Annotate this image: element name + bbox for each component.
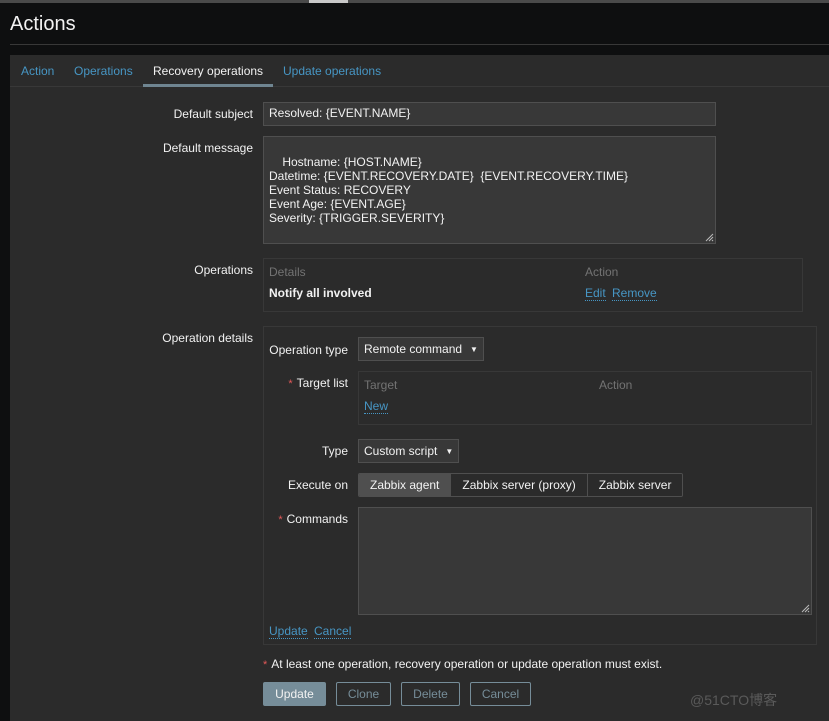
default-message-label: Default message [162,141,253,155]
operation-type-label: Operation type [269,343,348,357]
page-title: Actions [10,13,76,35]
commands-label-text: Commands [286,512,348,526]
default-subject-label: Default subject [173,107,253,121]
required-asterisk: * [278,514,283,526]
type-value: Custom script [364,444,438,458]
resize-handle-icon[interactable] [705,233,714,242]
operations-header-details: Details [269,265,306,279]
operation-remove-link[interactable]: Remove [612,287,657,301]
execute-on-segmented: Zabbix agent Zabbix server (proxy) Zabbi… [358,473,684,497]
chevron-down-icon: ▼ [470,345,478,354]
required-notice: * At least one operation, recovery operat… [263,657,662,671]
scrollbar-thumb[interactable] [309,0,348,3]
operation-type-value: Remote command [364,342,463,356]
default-subject-input[interactable]: Resolved: {EVENT.NAME} [263,102,716,126]
required-notice-text: At least one operation, recovery operati… [271,657,663,671]
watermark: @51CTO博客 [690,692,778,708]
top-scrollbar[interactable] [0,0,829,3]
target-header-target: Target [364,378,398,392]
commands-textarea[interactable] [358,507,812,615]
cancel-button[interactable]: Cancel [470,682,531,706]
clone-button[interactable]: Clone [336,682,391,706]
tab-operations[interactable]: Operations [74,64,133,78]
operations-label: Operations [194,263,253,277]
operation-cancel-link[interactable]: Cancel [314,625,352,639]
execute-on-zabbix-server[interactable]: Zabbix server [586,474,683,496]
target-new-link[interactable]: New [364,400,389,414]
operations-table: Details Action Notify all involved Edit … [263,258,803,312]
operation-update-link[interactable]: Update [269,625,308,639]
operations-header-action: Action [585,265,619,279]
operation-row-details: Notify all involved [269,286,372,300]
required-asterisk: * [288,378,293,390]
target-list-table: Target Action New [358,371,812,425]
default-message-textarea[interactable]: Hostname: {HOST.NAME} Datetime: {EVENT.R… [263,136,716,244]
tab-update-operations[interactable]: Update operations [283,64,381,78]
execute-on-zabbix-agent[interactable]: Zabbix agent [359,474,451,496]
execute-on-label: Execute on [287,478,348,492]
action-form-panel: Action Operations Recovery operations Up… [10,55,829,721]
required-asterisk: * [263,659,268,671]
delete-button[interactable]: Delete [401,682,460,706]
type-label: Type [321,444,348,458]
tab-recovery-operations[interactable]: Recovery operations [153,64,263,78]
active-tab-indicator [143,84,273,87]
header-divider [10,44,829,45]
target-header-action: Action [599,378,633,392]
type-select[interactable]: Custom script ▼ [358,439,460,463]
target-list-label: * Target list [288,376,348,390]
operation-details-label: Operation details [162,331,253,345]
chevron-down-icon: ▼ [445,447,454,456]
tab-bar: Action Operations Recovery operations Up… [10,55,829,87]
operation-type-select[interactable]: Remote command ▼ [358,337,484,361]
target-list-label-text: Target list [296,376,348,390]
resize-handle-icon[interactable] [801,604,810,613]
operation-details-box: Operation type Remote command ▼ * Target l… [263,326,817,645]
operation-edit-link[interactable]: Edit [585,287,606,301]
execute-on-zabbix-server-proxy[interactable]: Zabbix server (proxy) [450,474,587,496]
default-message-text: Hostname: {HOST.NAME} Datetime: {EVENT.R… [269,155,629,225]
update-button[interactable]: Update [263,682,326,706]
tab-action[interactable]: Action [21,64,54,78]
commands-label: * Commands [278,512,348,526]
